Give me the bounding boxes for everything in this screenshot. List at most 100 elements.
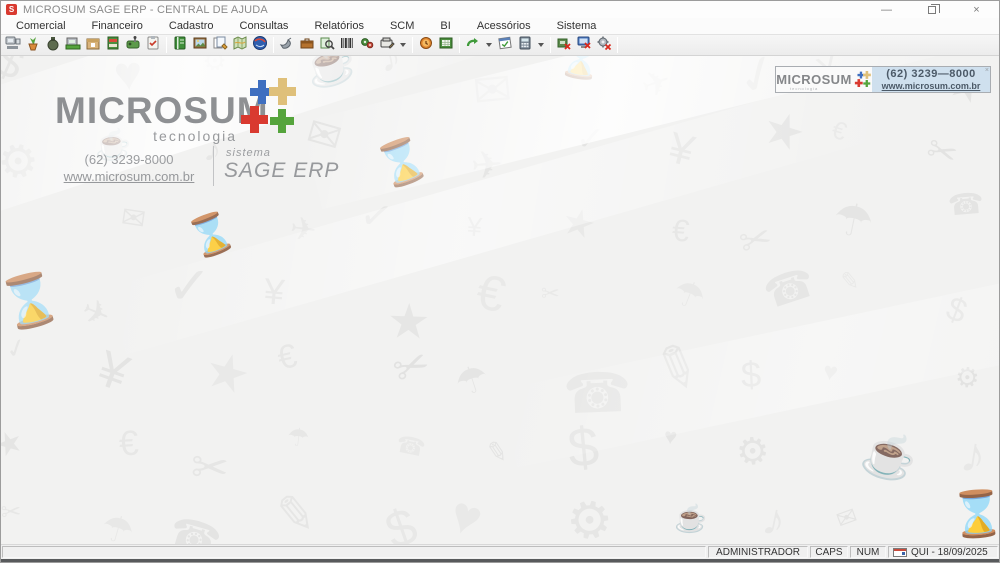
menu-item-bi[interactable]: BI	[427, 19, 463, 33]
session-lock-icon	[576, 35, 592, 56]
toolbar-dropdown-caret-signature-device[interactable]	[397, 35, 409, 55]
toolbar-button-alarm-clock[interactable]	[416, 35, 436, 55]
alarm-clock-icon	[418, 35, 434, 56]
watermark-icon: ☂	[97, 509, 138, 544]
watermark-icon: ✂	[190, 444, 230, 491]
toolbar-button-gears-pair[interactable]	[357, 35, 377, 55]
brand-website-link[interactable]: www.microsum.com.br	[59, 169, 199, 184]
catalog-book-icon	[172, 35, 188, 56]
toolbar-button-package[interactable]	[83, 35, 103, 55]
toolbar-button-search-magnifier[interactable]	[317, 35, 337, 55]
info-box-close-icon[interactable]: ×	[985, 67, 989, 74]
toolbar-button-cash-register[interactable]	[63, 35, 83, 55]
menu-item-relat-rios[interactable]: Relatórios	[301, 19, 377, 33]
toolbar-button-barcode[interactable]	[337, 35, 357, 55]
watermark-icon: $	[566, 419, 602, 477]
redo-arrow-icon	[465, 35, 481, 56]
toolbar-button-exit-gear[interactable]	[594, 35, 614, 55]
toolbar-dropdown-caret-calculator[interactable]	[535, 35, 547, 55]
toolbar-button-process-cancel[interactable]	[554, 35, 574, 55]
system-label: sistema	[226, 147, 271, 159]
toolbar-button-money-bag[interactable]	[43, 35, 63, 55]
archive-cabinet-icon	[105, 35, 121, 56]
cash-register-icon	[65, 35, 81, 56]
toolbar-button-terminal-device[interactable]	[123, 35, 143, 55]
info-box-website-link[interactable]: www.microsum.com.br	[882, 81, 981, 91]
watermark-icon: ✓	[2, 334, 30, 365]
window-title: MICROSUM SAGE ERP - CENTRAL DE AJUDA	[23, 4, 268, 16]
watermark-icon: $	[941, 292, 970, 330]
toolbar-button-sprout-sale[interactable]	[23, 35, 43, 55]
watermark-icon: ✎	[644, 334, 708, 403]
watermark-icon: ✈	[76, 292, 114, 333]
menu-item-financeiro[interactable]: Financeiro	[79, 19, 156, 33]
toolbar-button-signature-device[interactable]	[377, 35, 397, 55]
toolbar-button-photo[interactable]	[190, 35, 210, 55]
map-icon	[232, 35, 248, 56]
brand-phone: (62) 3239-8000	[69, 152, 189, 167]
watermark-icon: ♪	[759, 496, 790, 544]
restore-icon	[928, 6, 936, 14]
watermark-icon: ✈	[288, 212, 318, 247]
brand-logo-text: MICROSUM	[55, 90, 269, 132]
calculator-icon	[517, 35, 533, 56]
main-area: $♥⚙☕♪✉⌛✈✓¥★⚙☕♪✉⌛✈✓¥★€✂♪✉⌛✈✓¥★€✂☂☎⌛✈✓¥★€✂…	[1, 56, 999, 544]
brand-tagline: tecnologia	[41, 128, 237, 144]
contact-info-box: MICROSUM tecnologia (62) 3239—8000 www.m…	[775, 66, 991, 93]
menu-item-scm[interactable]: SCM	[377, 19, 427, 33]
toolbar-button-archive-cabinet[interactable]	[103, 35, 123, 55]
watermark-icon: ✎	[483, 437, 510, 467]
toolbar-separator	[617, 37, 618, 53]
app-window: S MICROSUM SAGE ERP - CENTRAL DE AJUDA —…	[0, 0, 1000, 563]
barcode-icon	[339, 35, 355, 56]
package-icon	[85, 35, 101, 56]
signature-device-icon	[379, 35, 395, 56]
toolbar-button-pos-terminal[interactable]	[3, 35, 23, 55]
watermark-icon: €	[472, 266, 509, 320]
toolbar-button-calculator[interactable]	[515, 35, 535, 55]
toolbar-button-bird-mail[interactable]	[277, 35, 297, 55]
menu-item-consultas[interactable]: Consultas	[227, 19, 302, 33]
photo-icon	[192, 35, 208, 56]
restore-button[interactable]	[909, 1, 954, 18]
watermark-icon: ✎	[839, 269, 861, 294]
toolbar-button-calendar-edit[interactable]	[495, 35, 515, 55]
close-button[interactable]: ×	[954, 1, 999, 18]
minimize-button[interactable]: —	[864, 1, 909, 18]
watermark-icon: ★	[199, 343, 256, 403]
watermark-icon: ✂	[923, 131, 963, 175]
toolbar-button-planner-book[interactable]	[436, 35, 456, 55]
menu-item-sistema[interactable]: Sistema	[544, 19, 610, 33]
toolbar-button-catalog-book[interactable]	[170, 35, 190, 55]
menu-item-comercial[interactable]: Comercial	[3, 19, 79, 33]
documents-edit-icon	[212, 35, 228, 56]
sprout-sale-icon	[25, 35, 41, 56]
watermark-icon: ☕	[857, 428, 922, 485]
toolbar-separator	[550, 37, 551, 53]
planner-book-icon	[438, 35, 454, 56]
toolbar-separator	[166, 37, 167, 53]
watermark-icon: ✎	[272, 489, 318, 542]
watermark-icon: ¥	[466, 214, 483, 242]
watermark-icon: ☎	[759, 261, 820, 316]
watermark-icon: ⚙	[1, 132, 47, 190]
toolbar-button-redo-arrow[interactable]	[463, 35, 483, 55]
watermark-icon: ☎	[394, 432, 427, 461]
toolbox-icon	[299, 35, 315, 56]
toolbar-button-clipboard-check[interactable]	[143, 35, 163, 55]
toolbar-button-map[interactable]	[230, 35, 250, 55]
watermark-icon: ⌛	[370, 135, 434, 193]
terminal-device-icon	[125, 35, 141, 56]
info-box-tagline: tecnologia	[790, 86, 818, 91]
info-box-brand-area: MICROSUM tecnologia	[776, 67, 872, 92]
toolbar-dropdown-caret-redo-arrow[interactable]	[483, 35, 495, 55]
watermark-icon: ✈	[637, 63, 676, 105]
toolbar-button-toolbox[interactable]	[297, 35, 317, 55]
watermark-icon: ✂	[387, 341, 436, 393]
watermark-icon: ⌛	[1, 270, 66, 334]
toolbar-button-globe[interactable]	[250, 35, 270, 55]
menu-item-cadastro[interactable]: Cadastro	[156, 19, 227, 33]
menu-item-acess-rios[interactable]: Acessórios	[464, 19, 544, 33]
toolbar-button-session-lock[interactable]	[574, 35, 594, 55]
toolbar-button-documents-edit[interactable]	[210, 35, 230, 55]
